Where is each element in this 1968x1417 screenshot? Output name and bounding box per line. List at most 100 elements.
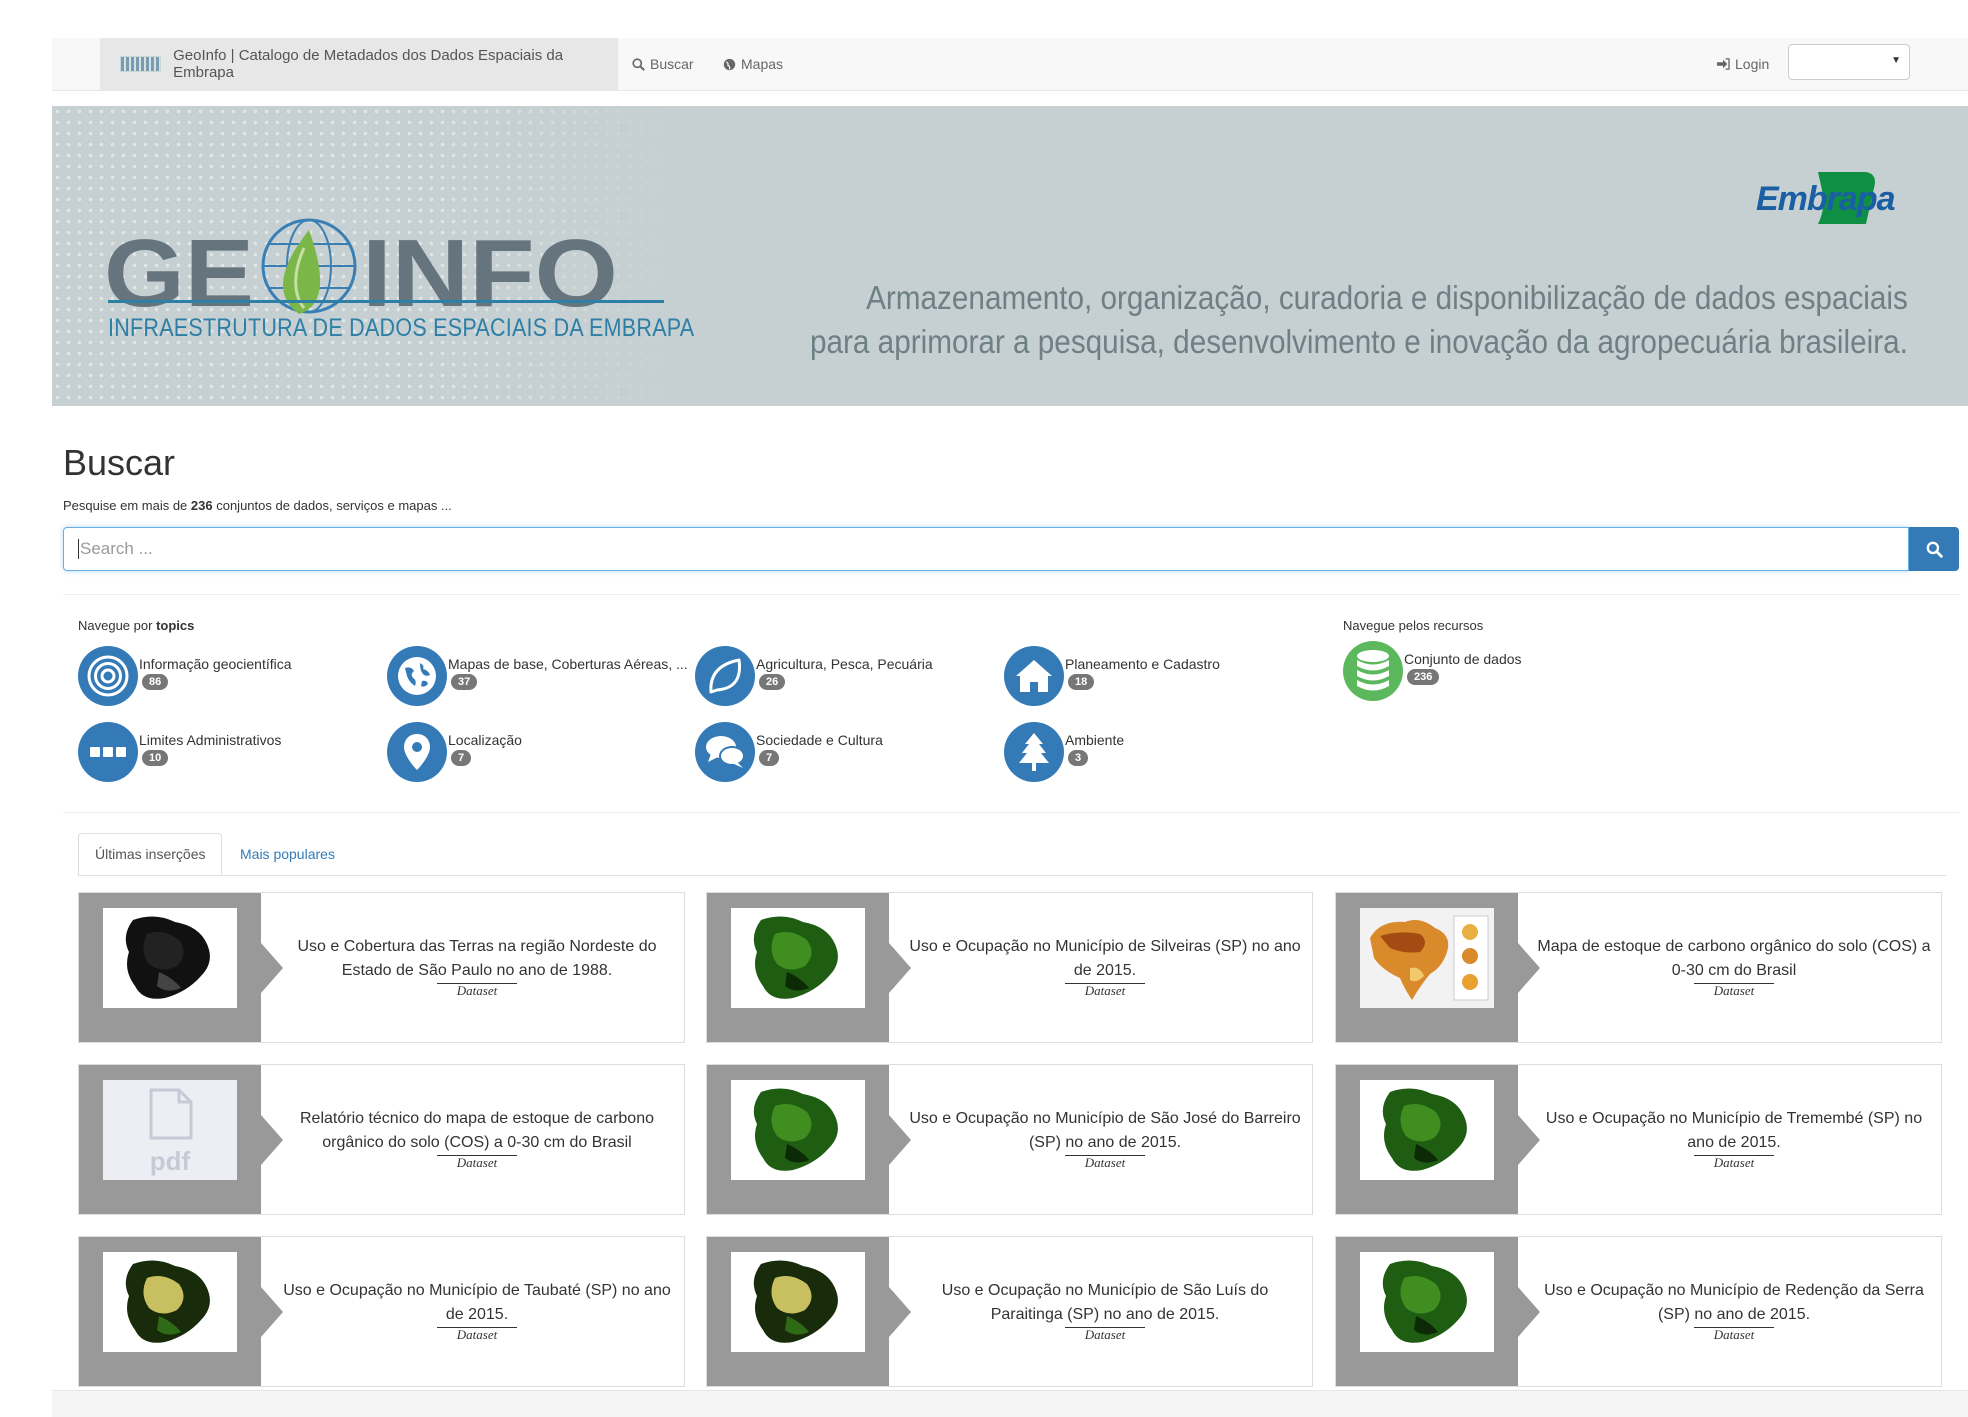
nav-buscar-label: Buscar bbox=[650, 56, 694, 72]
topic-base-maps[interactable]: Mapas de base, Coberturas Aéreas, ... 37 bbox=[387, 646, 688, 708]
dataset-count: 236 bbox=[190, 498, 213, 513]
caret-down-icon: ▼ bbox=[1891, 55, 1901, 66]
search-subtitle: Pesquise em mais de 236 conjuntos de dad… bbox=[63, 498, 452, 513]
card-type: Dataset bbox=[437, 1155, 517, 1170]
topic-label: Sociedade e Cultura bbox=[756, 732, 883, 748]
topic-label: Agricultura, Pesca, Pecuária bbox=[756, 656, 933, 672]
tab-latest-label: Últimas inserções bbox=[95, 846, 206, 862]
leaf-icon bbox=[709, 658, 742, 694]
card-type: Dataset bbox=[437, 1327, 517, 1342]
topic-geoscientific[interactable]: Informação geocientífica 86 bbox=[78, 646, 378, 708]
card-text: Uso e Ocupação no Município de Taubaté (… bbox=[279, 1279, 675, 1342]
topic-label: Limites Administrativos bbox=[139, 732, 282, 748]
divider bbox=[63, 594, 1959, 595]
result-card[interactable]: Uso e Ocupação no Município de São Luís … bbox=[706, 1236, 1313, 1387]
card-title[interactable]: Uso e Ocupação no Município de Redenção … bbox=[1536, 1279, 1932, 1327]
home-icon bbox=[1016, 660, 1052, 692]
search-button[interactable] bbox=[1909, 527, 1959, 571]
card-type: Dataset bbox=[1065, 983, 1145, 998]
topic-count-badge: 37 bbox=[451, 674, 478, 690]
result-card[interactable]: Uso e Ocupação no Município de Tremembé … bbox=[1335, 1064, 1942, 1215]
tab-popular[interactable]: Mais populares bbox=[224, 833, 351, 875]
banner-tagline: Armazenamento, organização, curadoria e … bbox=[810, 276, 1908, 364]
card-text: Uso e Ocupação no Município de São Luís … bbox=[907, 1279, 1303, 1342]
tree-icon bbox=[1019, 733, 1049, 771]
topic-icon-circle bbox=[1004, 722, 1064, 782]
map-thumbnail bbox=[1360, 1252, 1494, 1352]
map-pin-icon bbox=[404, 734, 430, 770]
topic-society[interactable]: Sociedade e Cultura 7 bbox=[695, 722, 995, 784]
svg-text:INFO: INFO bbox=[362, 220, 618, 318]
target-icon bbox=[87, 655, 129, 697]
result-card[interactable]: Uso e Ocupação no Município de São José … bbox=[706, 1064, 1313, 1215]
globe-icon bbox=[723, 58, 736, 70]
login-link[interactable]: Login bbox=[1716, 38, 1769, 90]
card-title[interactable]: Uso e Ocupação no Município de Tremembé … bbox=[1536, 1107, 1932, 1155]
language-select[interactable]: ▼ bbox=[1788, 44, 1910, 80]
search-icon bbox=[632, 57, 645, 71]
login-label: Login bbox=[1735, 56, 1770, 72]
topic-icon-circle bbox=[78, 646, 138, 706]
search-icon bbox=[1926, 541, 1943, 558]
card-thumbnail-panel bbox=[79, 893, 261, 1042]
topic-count-badge: 7 bbox=[759, 750, 780, 766]
card-title[interactable]: Uso e Ocupação no Município de Silveiras… bbox=[907, 935, 1303, 983]
topic-count-badge: 7 bbox=[451, 750, 472, 766]
map-thumbnail bbox=[1360, 1080, 1494, 1180]
card-type: Dataset bbox=[1065, 1327, 1145, 1342]
card-thumbnail-panel bbox=[1336, 1065, 1518, 1214]
card-text: Uso e Ocupação no Município de Tremembé … bbox=[1536, 1107, 1932, 1170]
result-card[interactable]: Uso e Ocupação no Município de Taubaté (… bbox=[78, 1236, 685, 1387]
tagline-line1: Armazenamento, organização, curadoria e … bbox=[866, 279, 1908, 316]
tab-popular-label: Mais populares bbox=[240, 846, 335, 862]
card-thumbnail-panel bbox=[1336, 893, 1518, 1042]
result-card[interactable]: Uso e Ocupação no Município de Silveiras… bbox=[706, 892, 1313, 1043]
embrapa-logo-text: Embrapa bbox=[1756, 180, 1895, 218]
page-title: Buscar bbox=[63, 442, 176, 483]
map-thumbnail bbox=[731, 908, 865, 1008]
result-card[interactable]: Uso e Ocupação no Município de Redenção … bbox=[1335, 1236, 1942, 1387]
result-card[interactable]: pdf Relatório técnico do mapa de estoque … bbox=[78, 1064, 685, 1215]
card-title[interactable]: Uso e Ocupação no Município de São Luís … bbox=[907, 1279, 1303, 1327]
card-text: Uso e Cobertura das Terras na região Nor… bbox=[279, 935, 675, 998]
topic-count-badge: 86 bbox=[142, 674, 169, 690]
footer bbox=[52, 1390, 1968, 1417]
map-thumbnail bbox=[731, 1252, 865, 1352]
card-text: Uso e Ocupação no Município de Silveiras… bbox=[907, 935, 1303, 998]
topic-icon-circle bbox=[78, 722, 138, 782]
result-card[interactable]: Mapa de estoque de carbono orgânico do s… bbox=[1335, 892, 1942, 1043]
topic-count-badge: 10 bbox=[142, 750, 169, 766]
topic-label: Planeamento e Cadastro bbox=[1065, 656, 1220, 672]
tab-latest[interactable]: Últimas inserções bbox=[78, 833, 223, 875]
nav-mapas[interactable]: Mapas bbox=[723, 38, 783, 90]
topic-count-badge: 3 bbox=[1068, 750, 1089, 766]
card-title[interactable]: Relatório técnico do mapa de estoque de … bbox=[279, 1107, 675, 1155]
card-text: Relatório técnico do mapa de estoque de … bbox=[279, 1107, 675, 1170]
resource-datasets[interactable]: Conjunto de dados 236 bbox=[1343, 641, 1643, 703]
logo-underline bbox=[108, 300, 664, 303]
tagline-line2: para aprimorar a pesquisa, desenvolvimen… bbox=[810, 323, 1908, 360]
topic-icon-circle bbox=[695, 646, 755, 706]
topics-heading: Navegue por topics bbox=[78, 618, 194, 633]
topic-agriculture[interactable]: Agricultura, Pesca, Pecuária 26 bbox=[695, 646, 995, 708]
result-card[interactable]: Uso e Cobertura das Terras na região Nor… bbox=[78, 892, 685, 1043]
dots-icon bbox=[90, 747, 126, 757]
database-icon bbox=[1357, 650, 1389, 691]
chat-bubbles-icon bbox=[706, 736, 745, 768]
topic-environment[interactable]: Ambiente 3 bbox=[1004, 722, 1304, 784]
card-title[interactable]: Uso e Ocupação no Município de São José … bbox=[907, 1107, 1303, 1155]
card-title[interactable]: Uso e Ocupação no Município de Taubaté (… bbox=[279, 1279, 675, 1327]
topic-boundaries[interactable]: Limites Administrativos 10 bbox=[78, 722, 378, 784]
topic-planning[interactable]: Planeamento e Cadastro 18 bbox=[1004, 646, 1304, 708]
geoinfo-logo: GE INFO bbox=[104, 218, 618, 318]
card-thumbnail-panel bbox=[707, 893, 889, 1042]
resource-count-badge: 236 bbox=[1407, 669, 1440, 685]
topic-location[interactable]: Localização 7 bbox=[387, 722, 687, 784]
map-thumbnail bbox=[103, 1252, 237, 1352]
nav-buscar[interactable]: Buscar bbox=[632, 38, 694, 90]
search-input[interactable]: Search ... bbox=[63, 527, 1909, 571]
brand-link[interactable]: GeoInfo | Catalogo de Metadados dos Dado… bbox=[100, 38, 618, 90]
card-text: Mapa de estoque de carbono orgânico do s… bbox=[1536, 935, 1932, 998]
card-title[interactable]: Uso e Cobertura das Terras na região Nor… bbox=[279, 935, 675, 983]
card-title[interactable]: Mapa de estoque de carbono orgânico do s… bbox=[1536, 935, 1932, 983]
